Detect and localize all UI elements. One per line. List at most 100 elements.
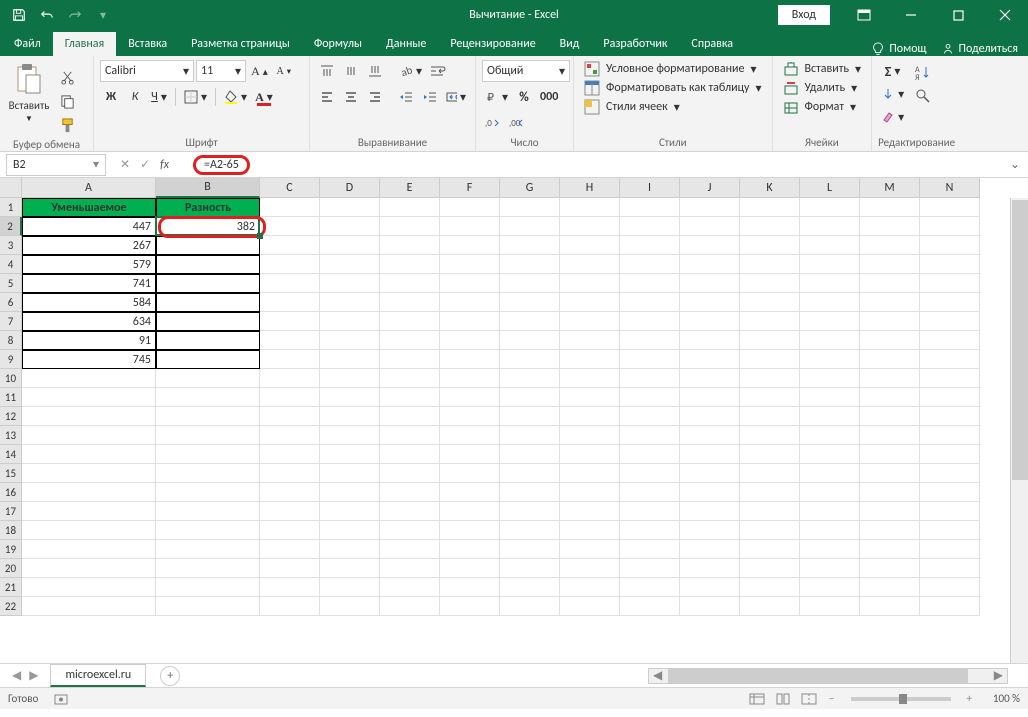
row-header-20[interactable]: 20 <box>0 559 22 578</box>
cell-M11[interactable] <box>860 388 920 407</box>
cell-D6[interactable] <box>320 293 380 312</box>
row-header-11[interactable]: 11 <box>0 388 22 407</box>
row-header-6[interactable]: 6 <box>0 293 22 312</box>
cell-J4[interactable] <box>680 255 740 274</box>
row-header-15[interactable]: 15 <box>0 464 22 483</box>
cell-M19[interactable] <box>860 540 920 559</box>
cell-J2[interactable] <box>680 217 740 236</box>
cell-L4[interactable] <box>800 255 860 274</box>
cell-B8[interactable] <box>156 331 260 350</box>
cell-M15[interactable] <box>860 464 920 483</box>
cell-G6[interactable] <box>500 293 560 312</box>
sheet-tab[interactable]: microexcel.ru <box>50 664 146 687</box>
cell-J13[interactable] <box>680 426 740 445</box>
cell-H20[interactable] <box>560 559 620 578</box>
cell-A12[interactable] <box>22 407 156 426</box>
cell-C7[interactable] <box>260 312 320 331</box>
cell-D11[interactable] <box>320 388 380 407</box>
cell-E22[interactable] <box>380 597 440 616</box>
cell-G8[interactable] <box>500 331 560 350</box>
cell-J12[interactable] <box>680 407 740 426</box>
cell-I15[interactable] <box>620 464 680 483</box>
zoom-slider[interactable] <box>851 697 951 701</box>
increase-indent-icon[interactable] <box>419 86 441 108</box>
tab-view[interactable]: Вид <box>548 32 592 56</box>
cell-L5[interactable] <box>800 274 860 293</box>
cell-I2[interactable] <box>620 217 680 236</box>
cell-H17[interactable] <box>560 502 620 521</box>
italic-button[interactable]: К <box>124 86 146 108</box>
cell-D16[interactable] <box>320 483 380 502</box>
cell-G10[interactable] <box>500 369 560 388</box>
enter-formula-icon[interactable]: ✓ <box>140 157 150 172</box>
cell-E19[interactable] <box>380 540 440 559</box>
cell-H22[interactable] <box>560 597 620 616</box>
cell-B1[interactable]: Разность <box>156 198 260 217</box>
cell-F5[interactable] <box>440 274 500 293</box>
fill-color-icon[interactable]: ▾ <box>221 86 250 108</box>
row-header-9[interactable]: 9 <box>0 350 22 369</box>
cell-K5[interactable] <box>740 274 800 293</box>
cell-M12[interactable] <box>860 407 920 426</box>
cell-F22[interactable] <box>440 597 500 616</box>
cell-D7[interactable] <box>320 312 380 331</box>
cell-B5[interactable] <box>156 274 260 293</box>
cell-A4[interactable]: 579 <box>22 255 156 274</box>
cell-C11[interactable] <box>260 388 320 407</box>
cell-C19[interactable] <box>260 540 320 559</box>
cell-A5[interactable]: 741 <box>22 274 156 293</box>
tab-formulas[interactable]: Формулы <box>302 32 374 56</box>
align-center-icon[interactable] <box>340 86 362 108</box>
cell-K15[interactable] <box>740 464 800 483</box>
cell-L1[interactable] <box>800 198 860 217</box>
cell-N22[interactable] <box>920 597 980 616</box>
cell-C13[interactable] <box>260 426 320 445</box>
cell-J5[interactable] <box>680 274 740 293</box>
cell-D13[interactable] <box>320 426 380 445</box>
align-top-icon[interactable] <box>316 60 338 82</box>
cell-J18[interactable] <box>680 521 740 540</box>
cell-D10[interactable] <box>320 369 380 388</box>
cell-K4[interactable] <box>740 255 800 274</box>
cell-J19[interactable] <box>680 540 740 559</box>
cell-A7[interactable]: 634 <box>22 312 156 331</box>
cell-N5[interactable] <box>920 274 980 293</box>
cell-I22[interactable] <box>620 597 680 616</box>
cell-G22[interactable] <box>500 597 560 616</box>
cell-E2[interactable] <box>380 217 440 236</box>
cell-I21[interactable] <box>620 578 680 597</box>
cell-A22[interactable] <box>22 597 156 616</box>
cell-G21[interactable] <box>500 578 560 597</box>
cell-H18[interactable] <box>560 521 620 540</box>
cell-H7[interactable] <box>560 312 620 331</box>
row-header-22[interactable]: 22 <box>0 597 22 616</box>
cell-L12[interactable] <box>800 407 860 426</box>
decrease-decimal-icon[interactable]: ,00 <box>506 112 528 134</box>
insert-cells-button[interactable]: Вставить▾ <box>779 60 866 78</box>
minimize-icon[interactable] <box>888 0 934 30</box>
row-header-19[interactable]: 19 <box>0 540 22 559</box>
cell-C22[interactable] <box>260 597 320 616</box>
column-header-G[interactable]: G <box>500 178 560 198</box>
cell-D9[interactable] <box>320 350 380 369</box>
cell-F17[interactable] <box>440 502 500 521</box>
cell-L11[interactable] <box>800 388 860 407</box>
cell-D8[interactable] <box>320 331 380 350</box>
login-button[interactable]: Вход <box>778 5 830 25</box>
cell-J17[interactable] <box>680 502 740 521</box>
shrink-font-icon[interactable]: A▾ <box>273 60 295 82</box>
cell-H15[interactable] <box>560 464 620 483</box>
cell-F4[interactable] <box>440 255 500 274</box>
cell-E9[interactable] <box>380 350 440 369</box>
percent-format-icon[interactable]: % <box>513 86 535 108</box>
cell-L18[interactable] <box>800 521 860 540</box>
row-header-7[interactable]: 7 <box>0 312 22 331</box>
cell-I10[interactable] <box>620 369 680 388</box>
cell-A6[interactable]: 584 <box>22 293 156 312</box>
comma-format-icon[interactable]: 000 <box>537 86 561 108</box>
row-header-4[interactable]: 4 <box>0 255 22 274</box>
cell-B17[interactable] <box>156 502 260 521</box>
row-header-10[interactable]: 10 <box>0 369 22 388</box>
cell-E16[interactable] <box>380 483 440 502</box>
cell-G18[interactable] <box>500 521 560 540</box>
